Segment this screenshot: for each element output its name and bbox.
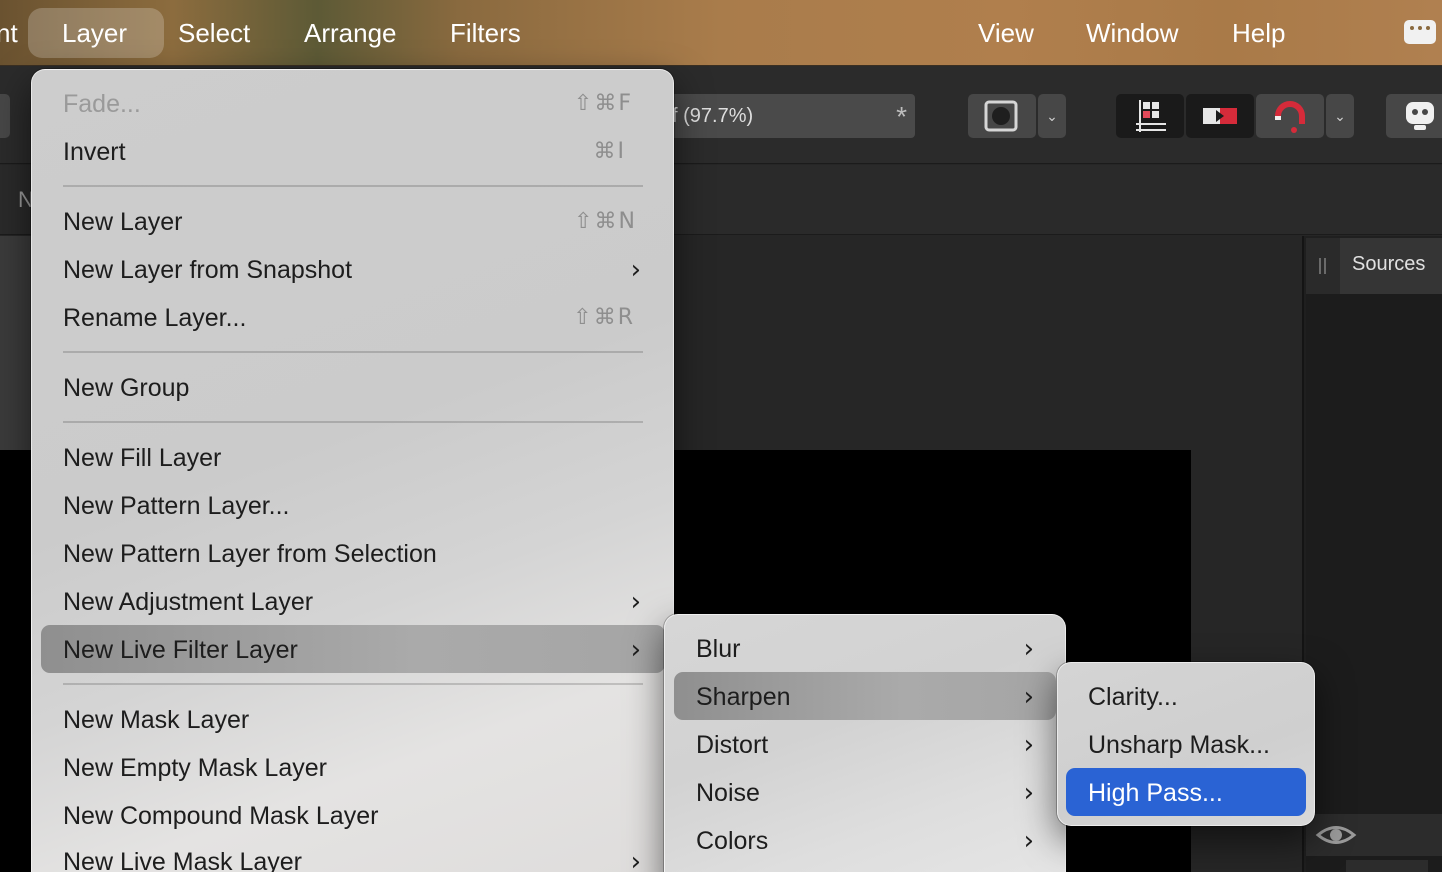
toolbar-button-partial[interactable] — [0, 94, 10, 138]
live-filter-submenu: Blur › Sharpen › Distort › Noise › Color… — [664, 614, 1066, 872]
chevron-right-icon: › — [630, 255, 641, 285]
snapping-magnet-button[interactable] — [1256, 94, 1324, 138]
chevron-right-icon: › — [1023, 682, 1034, 712]
document-zoom-field[interactable]: f (97.7%) * — [640, 94, 915, 138]
sources-panel-body — [1306, 294, 1442, 814]
mask-mode-button[interactable] — [968, 94, 1036, 138]
robot-face-icon — [1406, 102, 1434, 130]
grid-snap-icon — [1136, 100, 1166, 132]
menu-extra-icon[interactable] — [1404, 20, 1436, 44]
chevron-right-icon: › — [1023, 730, 1034, 760]
menu-bar-item-filters[interactable]: Filters — [450, 0, 521, 66]
menu-separator — [63, 421, 643, 423]
chevron-right-icon: › — [630, 587, 641, 617]
menu-item-rename-layer[interactable]: Rename Layer... ⇧⌘R — [63, 294, 635, 342]
sources-panel-scroll — [1306, 856, 1442, 872]
menu-item-invert[interactable]: Invert ⌘I — [63, 128, 626, 176]
menu-item-new-layer[interactable]: New Layer ⇧⌘N — [63, 198, 637, 246]
menu-item-unsharp-mask[interactable]: Unsharp Mask... — [1088, 721, 1298, 769]
zoom-text: f (97.7%) — [672, 105, 754, 127]
snapping-grid-button[interactable] — [1116, 94, 1184, 138]
menu-item-new-live-mask-layer[interactable]: New Live Mask Layer › — [63, 838, 641, 872]
menu-item-new-empty-mask-layer[interactable]: New Empty Mask Layer — [63, 744, 641, 792]
assistant-button[interactable] — [1386, 94, 1442, 138]
menu-item-new-group[interactable]: New Group — [63, 364, 641, 412]
menu-item-blur[interactable]: Blur › — [696, 625, 1034, 673]
chevron-right-icon: › — [1023, 778, 1034, 808]
panel-drag-handle[interactable] — [1306, 238, 1340, 294]
chevron-down-icon[interactable]: ⌄ — [1326, 94, 1354, 138]
menu-separator — [63, 351, 643, 353]
menu-bar-item-edit-partial[interactable]: nt — [0, 0, 18, 66]
circle-square-icon — [984, 100, 1018, 132]
menu-item-new-fill-layer[interactable]: New Fill Layer — [63, 434, 641, 482]
menu-item-clarity[interactable]: Clarity... — [1088, 673, 1298, 721]
menu-item-noise[interactable]: Noise › — [696, 769, 1034, 817]
menu-item-new-adjustment-layer[interactable]: New Adjustment Layer › — [63, 578, 641, 626]
menu-item-new-pattern-layer[interactable]: New Pattern Layer... — [63, 482, 641, 530]
menu-item-colors[interactable]: Colors › — [696, 817, 1034, 865]
menu-bar-item-arrange[interactable]: Arrange — [304, 0, 397, 66]
menu-bar-item-view[interactable]: View — [978, 0, 1034, 66]
sources-panel-footer — [1306, 814, 1442, 856]
menu-separator — [63, 185, 643, 187]
menu-bar-item-help[interactable]: Help — [1232, 0, 1285, 66]
sharpen-submenu: Clarity... Unsharp Mask... High Pass... — [1057, 662, 1315, 826]
menu-bar: nt Layer Select Arrange Filters View Win… — [0, 0, 1442, 66]
chevron-down-icon[interactable]: ⌄ — [1038, 94, 1066, 138]
menu-bar-item-select[interactable]: Select — [178, 0, 250, 66]
menu-bar-item-layer[interactable]: Layer — [62, 0, 127, 66]
magnet-icon — [1275, 101, 1305, 133]
chevron-right-icon: › — [630, 635, 641, 665]
menu-item-new-mask-layer[interactable]: New Mask Layer — [63, 696, 641, 744]
eye-icon[interactable] — [1314, 814, 1374, 856]
menu-item-high-pass[interactable]: High Pass... — [1088, 769, 1298, 817]
chevron-right-icon: › — [1023, 634, 1034, 664]
menu-item-new-live-filter-layer[interactable]: New Live Filter Layer › — [63, 626, 641, 674]
menu-item-fade: Fade... ⇧⌘F — [63, 90, 633, 118]
alignment-button[interactable] — [1186, 94, 1254, 138]
menu-item-new-layer-from-snapshot[interactable]: New Layer from Snapshot › — [63, 246, 641, 294]
tab-sources[interactable]: Sources — [1340, 238, 1442, 294]
layer-menu: Fade... ⇧⌘F Invert ⌘I New Layer ⇧⌘N New … — [31, 69, 674, 872]
menu-item-new-compound-mask-layer[interactable]: New Compound Mask Layer — [63, 792, 641, 840]
menu-item-sharpen[interactable]: Sharpen › — [696, 673, 1034, 721]
menu-item-distort[interactable]: Distort › — [696, 721, 1034, 769]
menu-item-new-pattern-layer-from-selection[interactable]: New Pattern Layer from Selection — [63, 530, 641, 578]
chevron-right-icon: › — [630, 847, 641, 872]
chevron-right-icon: › — [1023, 826, 1034, 856]
menu-separator — [63, 683, 643, 685]
menu-bar-item-window[interactable]: Window — [1086, 0, 1178, 66]
align-blocks-icon — [1203, 108, 1237, 124]
asterisk-icon: * — [896, 101, 907, 132]
